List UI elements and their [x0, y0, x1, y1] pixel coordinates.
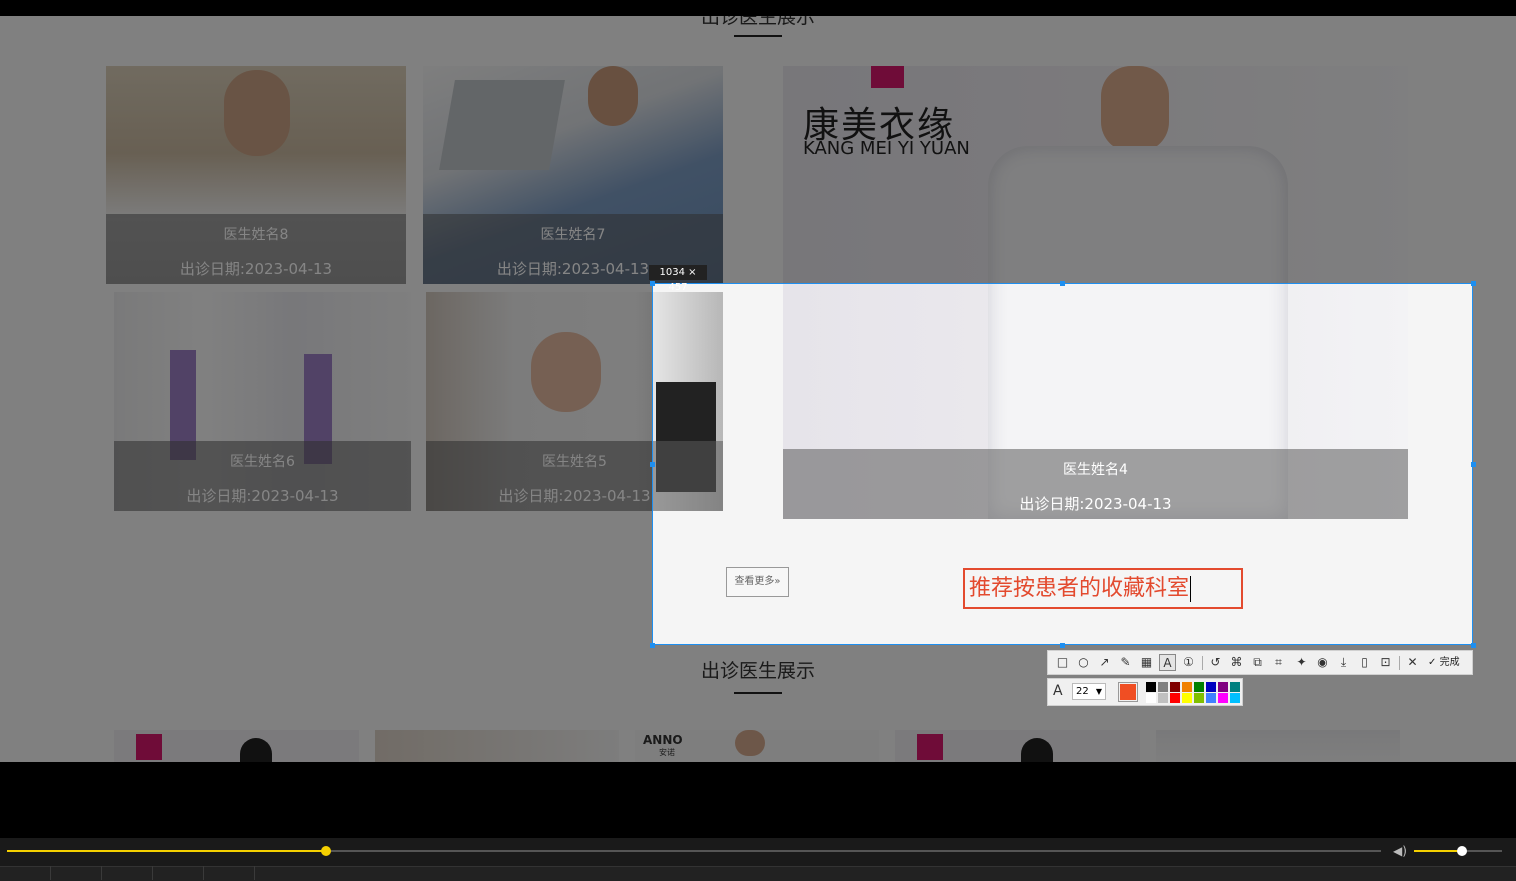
resize-handle[interactable]	[650, 643, 655, 648]
color-swatch[interactable]	[1206, 693, 1216, 703]
capture-toolbar: □ ○ ↗ ✎ ▦ A ① ↺ ⌘ ⧉ ⌗ ✦ ◉ ⤓ ▯ ⊡ ✕ ✓ 完成	[1047, 650, 1473, 675]
capture-size-label: 1034 × 457	[649, 265, 707, 293]
text-icon[interactable]: A	[1159, 654, 1176, 671]
color-swatch[interactable]	[1194, 682, 1204, 692]
resize-handle[interactable]	[1060, 281, 1065, 286]
undo-icon[interactable]: ↺	[1207, 654, 1224, 671]
check-icon: ✓	[1428, 657, 1437, 668]
save-icon[interactable]: ⤓	[1335, 654, 1352, 671]
player-button[interactable]	[204, 866, 255, 880]
volume-icon[interactable]: ◀)	[1393, 844, 1407, 858]
device-icon[interactable]: ▯	[1356, 654, 1373, 671]
annotation-textbox[interactable]: 推荐按患者的收藏科室	[963, 568, 1243, 609]
color-swatch[interactable]	[1158, 693, 1168, 703]
resize-handle[interactable]	[1471, 462, 1476, 467]
color-swatch[interactable]	[1170, 682, 1180, 692]
resize-handle[interactable]	[1471, 643, 1476, 648]
done-button[interactable]: ✓ 完成	[1428, 654, 1460, 671]
color-swatch[interactable]	[1194, 693, 1204, 703]
capture-icon[interactable]: ◉	[1314, 654, 1331, 671]
color-swatch[interactable]	[1170, 693, 1180, 703]
toolbar-separator	[1399, 656, 1400, 670]
translate-icon[interactable]: ✦	[1293, 654, 1310, 671]
resize-handle[interactable]	[650, 281, 655, 286]
pen-icon[interactable]: ✎	[1117, 654, 1134, 671]
copy-icon[interactable]: ⧉	[1249, 654, 1266, 671]
capture-dim-right	[1473, 283, 1516, 645]
ellipse-icon[interactable]: ○	[1075, 654, 1092, 671]
arrow-icon[interactable]: ↗	[1096, 654, 1113, 671]
bookmark-icon[interactable]: ⊡	[1377, 654, 1394, 671]
color-swatch[interactable]	[1158, 682, 1168, 692]
annotation-text: 推荐按患者的收藏科室	[969, 576, 1190, 601]
player-button[interactable]	[51, 866, 102, 880]
close-icon[interactable]: ✕	[1404, 654, 1421, 671]
player-button[interactable]	[102, 866, 153, 880]
resize-handle[interactable]	[1060, 643, 1065, 648]
font-icon: A	[1053, 683, 1063, 699]
resize-handle[interactable]	[1471, 281, 1476, 286]
color-swatch[interactable]	[1218, 693, 1228, 703]
color-swatch[interactable]	[1182, 682, 1192, 692]
rectangle-icon[interactable]: □	[1054, 654, 1071, 671]
progress-fill	[7, 850, 326, 852]
pin-icon[interactable]: ⌘	[1228, 654, 1245, 671]
volume-fill	[1414, 850, 1463, 852]
capture-dim-left	[0, 283, 652, 645]
current-color-swatch[interactable]	[1118, 682, 1138, 702]
font-size-value: 22	[1076, 686, 1089, 697]
volume-knob[interactable]	[1457, 846, 1468, 856]
color-swatch[interactable]	[1218, 682, 1228, 692]
capture-dim-top	[0, 0, 1516, 283]
text-options-toolbar: A 22 ▼	[1047, 678, 1243, 706]
text-caret	[1190, 576, 1192, 602]
done-label: 完成	[1439, 657, 1460, 668]
color-swatch[interactable]	[1182, 693, 1192, 703]
font-size-select[interactable]: 22 ▼	[1072, 683, 1106, 700]
resize-handle[interactable]	[650, 462, 655, 467]
color-swatch[interactable]	[1230, 693, 1240, 703]
player-button[interactable]	[153, 866, 204, 880]
color-swatch[interactable]	[1230, 682, 1240, 692]
number-icon[interactable]: ①	[1180, 654, 1197, 671]
toolbar-separator	[1202, 656, 1203, 670]
color-swatch[interactable]	[1146, 682, 1156, 692]
chevron-down-icon: ▼	[1095, 687, 1102, 696]
mosaic-icon[interactable]: ▦	[1138, 654, 1155, 671]
player-button[interactable]	[0, 866, 51, 880]
color-swatch[interactable]	[1206, 682, 1216, 692]
color-swatch[interactable]	[1146, 693, 1156, 703]
progress-knob[interactable]	[320, 846, 331, 856]
scan-icon[interactable]: ⌗	[1270, 654, 1287, 671]
